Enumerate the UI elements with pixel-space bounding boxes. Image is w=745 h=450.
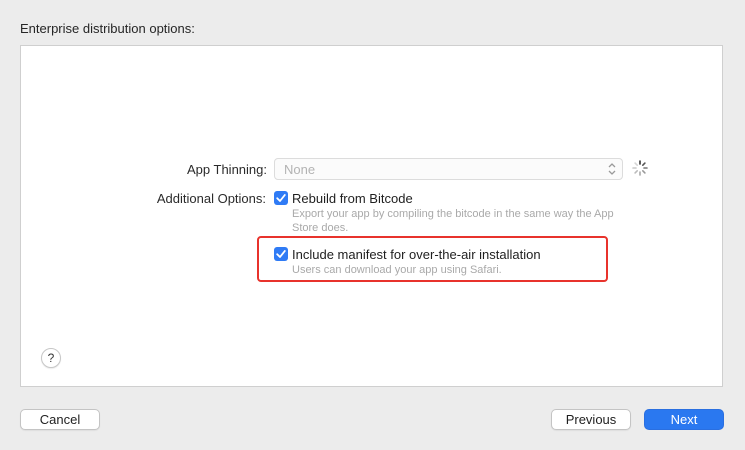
- app-thinning-select[interactable]: None: [274, 158, 623, 180]
- checkmark-icon: [276, 194, 286, 202]
- previous-button[interactable]: Previous: [551, 409, 631, 430]
- app-thinning-label: App Thinning:: [187, 162, 267, 177]
- page-heading: Enterprise distribution options:: [20, 21, 195, 36]
- next-button[interactable]: Next: [644, 409, 724, 430]
- rebuild-bitcode-description: Export your app by compiling the bitcode…: [292, 208, 614, 234]
- cancel-button[interactable]: Cancel: [20, 409, 100, 430]
- loading-spinner-icon: [631, 159, 649, 177]
- additional-options-label: Additional Options:: [156, 191, 266, 206]
- highlight-annotation-box: [257, 236, 608, 282]
- rebuild-bitcode-checkbox[interactable]: [274, 191, 288, 205]
- app-thinning-value: None: [284, 162, 316, 177]
- rebuild-bitcode-label[interactable]: Rebuild from Bitcode: [292, 191, 413, 206]
- chevron-up-down-icon: [607, 161, 617, 177]
- help-button[interactable]: ?: [41, 348, 61, 368]
